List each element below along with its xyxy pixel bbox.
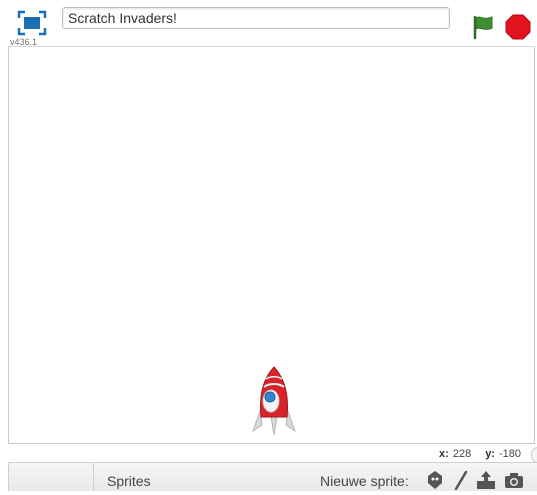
green-flag-icon[interactable] [471,14,495,40]
sprites-tab-label: Sprites [107,473,151,489]
stop-icon[interactable] [505,14,531,40]
fullscreen-icon[interactable] [17,10,47,36]
upload-icon[interactable] [475,470,497,490]
stage-header: v436.1 [0,0,537,47]
stage-thumbnail-area[interactable] [9,463,94,491]
mouse-coordinates: x: 228 y: -180 [439,448,521,460]
camera-icon[interactable] [503,470,525,490]
y-value: -180 [498,448,521,460]
x-label: x: [439,448,449,460]
stage-canvas[interactable] [8,46,535,444]
y-label: y: [485,448,495,460]
paint-icon[interactable] [450,470,472,491]
sprites-panel-header: Sprites Nieuwe sprite: [8,462,537,491]
new-sprite-label: Nieuwe sprite: [320,473,409,489]
rocket-sprite[interactable] [251,365,297,437]
library-icon[interactable] [424,470,446,490]
x-value: 228 [452,448,472,460]
project-title-input[interactable] [62,7,450,29]
scroll-cap [531,447,537,463]
